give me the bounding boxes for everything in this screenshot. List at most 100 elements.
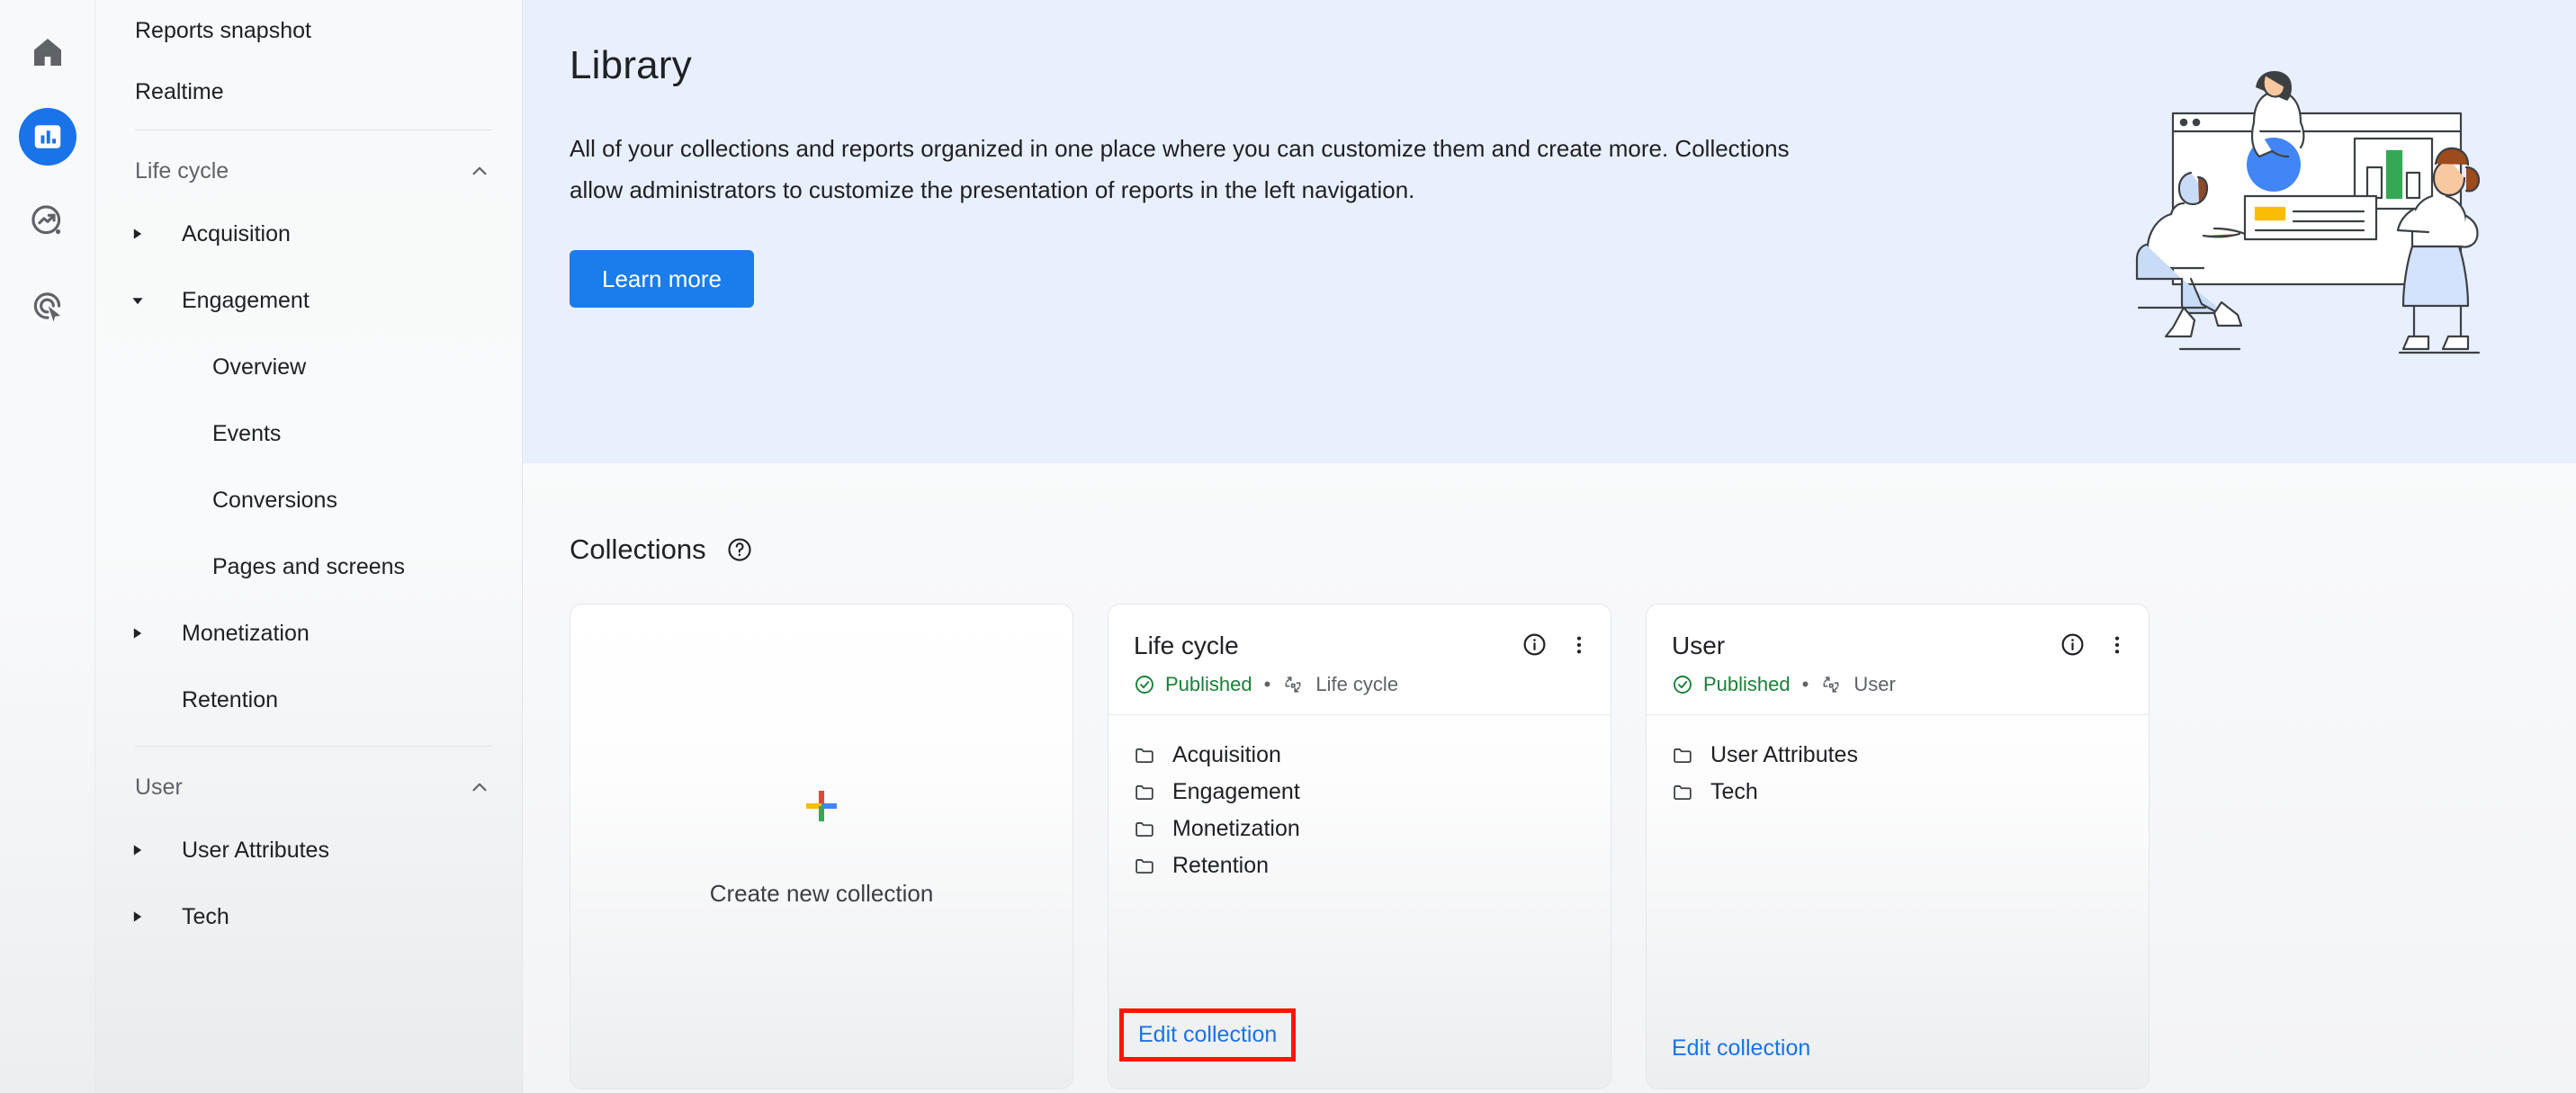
help-circle-icon[interactable] bbox=[726, 536, 753, 563]
card-actions bbox=[1521, 632, 1591, 658]
rail-item-reports[interactable] bbox=[18, 108, 76, 166]
sidebar-item-label: Retention bbox=[182, 686, 279, 712]
create-new-collection-card[interactable]: Create new collection bbox=[570, 604, 1073, 1089]
card-folder-list: User Attributes Tech bbox=[1647, 715, 2149, 1035]
sidebar-item-retention[interactable]: Retention bbox=[128, 667, 491, 733]
card-header: Life cycle Published • Life cycle bbox=[1108, 605, 1611, 715]
sidebar-section-label: User bbox=[135, 774, 183, 800]
sidebar-item-overview[interactable]: Overview bbox=[128, 334, 491, 400]
triangle-right-icon[interactable] bbox=[128, 627, 158, 640]
sidebar-section-life-cycle[interactable]: Life cycle bbox=[128, 141, 491, 201]
sidebar-item-label: Overview bbox=[212, 354, 307, 380]
sidebar-item-label: Pages and screens bbox=[212, 553, 406, 579]
triangle-down-icon[interactable] bbox=[128, 294, 158, 307]
card-footer: Edit collection bbox=[1108, 1008, 1611, 1089]
google-plus-icon bbox=[802, 786, 841, 826]
folder-icon bbox=[1672, 781, 1694, 803]
collections-heading: Collections bbox=[570, 533, 706, 565]
edit-collection-link[interactable]: Edit collection bbox=[1672, 1035, 1810, 1062]
card-folder-list: Acquisition Engagement Monetization Rete… bbox=[1108, 715, 1611, 1008]
rail-item-explore[interactable] bbox=[19, 193, 76, 250]
list-item[interactable]: Acquisition bbox=[1134, 737, 1585, 774]
collection-card-user: User Published • User User Attributes Te… bbox=[1646, 604, 2150, 1089]
template-icon bbox=[1282, 674, 1304, 695]
list-item[interactable]: Monetization bbox=[1134, 811, 1585, 847]
collections-card-grid: Create new collection Life cycle Publish… bbox=[523, 566, 2576, 1089]
home-icon bbox=[30, 34, 66, 70]
sidebar-item-conversions[interactable]: Conversions bbox=[128, 467, 491, 533]
main-content: Library All of your collections and repo… bbox=[523, 0, 2576, 1093]
folder-label: Engagement bbox=[1172, 779, 1300, 804]
folder-label: User Attributes bbox=[1710, 742, 1858, 767]
hero-illustration bbox=[2097, 36, 2511, 396]
rail-item-advertising[interactable] bbox=[19, 277, 76, 335]
analytics-library-page: Reports snapshot Realtime Life cycle Acq… bbox=[0, 0, 2576, 1093]
folder-label: Acquisition bbox=[1172, 742, 1281, 767]
sidebar-item-user-attributes[interactable]: User Attributes bbox=[128, 817, 491, 883]
sidebar-item-label: Tech bbox=[182, 903, 229, 929]
sidebar-item-label: Conversions bbox=[212, 487, 337, 513]
triangle-right-icon[interactable] bbox=[128, 228, 158, 240]
sidebar-item-pages-and-screens[interactable]: Pages and screens bbox=[128, 533, 491, 600]
card-footer: Edit collection bbox=[1647, 1035, 2149, 1089]
folder-label: Retention bbox=[1172, 853, 1270, 878]
card-title: User bbox=[1672, 632, 1726, 659]
check-circle-icon bbox=[1672, 674, 1693, 695]
info-circle-icon[interactable] bbox=[1521, 632, 1548, 658]
reports-icon bbox=[31, 121, 64, 153]
sidebar-item-tech[interactable]: Tech bbox=[128, 883, 491, 950]
sidebar-item-monetization[interactable]: Monetization bbox=[128, 600, 491, 667]
sidebar-item-label: Events bbox=[212, 420, 282, 446]
folder-label: Monetization bbox=[1172, 816, 1300, 841]
sidebar-item-label: Acquisition bbox=[182, 220, 291, 246]
list-item[interactable]: User Attributes bbox=[1672, 737, 2123, 774]
sidebar-divider bbox=[135, 746, 491, 747]
card-title: Life cycle bbox=[1134, 632, 1239, 659]
card-meta: Published • User bbox=[1672, 673, 2125, 696]
sidebar-item-label: Monetization bbox=[182, 620, 310, 646]
info-circle-icon[interactable] bbox=[2060, 632, 2086, 658]
chevron-up-icon[interactable] bbox=[468, 775, 491, 799]
folder-label: Tech bbox=[1710, 779, 1758, 804]
template-label: Life cycle bbox=[1315, 673, 1399, 695]
chevron-up-icon[interactable] bbox=[468, 159, 491, 183]
advertising-icon bbox=[29, 287, 67, 325]
sidebar-item-realtime[interactable]: Realtime bbox=[128, 61, 491, 122]
folder-icon bbox=[1134, 855, 1156, 877]
sidebar-nav: Reports snapshot Realtime Life cycle Acq… bbox=[95, 0, 523, 1093]
check-circle-icon bbox=[1134, 674, 1155, 695]
sidebar-item-label: Engagement bbox=[182, 287, 310, 313]
collection-card-life-cycle: Life cycle Published • Life cycle Acquis… bbox=[1108, 604, 1611, 1089]
sidebar-item-reports-snapshot[interactable]: Reports snapshot bbox=[128, 0, 491, 61]
template-icon bbox=[1820, 674, 1842, 695]
list-item[interactable]: Retention bbox=[1134, 847, 1585, 884]
create-new-collection-label: Create new collection bbox=[709, 879, 934, 907]
library-hero-banner: Library All of your collections and repo… bbox=[523, 0, 2576, 463]
sidebar-item-label: Reports snapshot bbox=[135, 17, 311, 43]
edit-collection-link[interactable]: Edit collection bbox=[1138, 1022, 1277, 1048]
sidebar-item-label: User Attributes bbox=[182, 837, 329, 863]
status-badge: Published bbox=[1672, 673, 1791, 696]
template-label: User bbox=[1853, 673, 1896, 695]
more-vert-icon[interactable] bbox=[2105, 633, 2129, 657]
status-label: Published bbox=[1165, 673, 1252, 695]
sidebar-item-acquisition[interactable]: Acquisition bbox=[128, 201, 491, 267]
hero-description: All of your collections and reports orga… bbox=[570, 135, 1790, 203]
meta-separator: • bbox=[1801, 673, 1809, 695]
sidebar-item-events[interactable]: Events bbox=[128, 400, 491, 467]
list-item[interactable]: Tech bbox=[1672, 774, 2123, 811]
edit-collection-highlight: Edit collection bbox=[1119, 1008, 1297, 1062]
learn-more-button[interactable]: Learn more bbox=[570, 250, 754, 308]
sidebar-item-engagement[interactable]: Engagement bbox=[128, 267, 491, 334]
rail-item-home[interactable] bbox=[19, 23, 76, 81]
triangle-right-icon[interactable] bbox=[128, 910, 158, 923]
list-item[interactable]: Engagement bbox=[1134, 774, 1585, 811]
folder-icon bbox=[1672, 744, 1694, 766]
status-label: Published bbox=[1703, 673, 1791, 695]
more-vert-icon[interactable] bbox=[1567, 633, 1591, 657]
icon-rail bbox=[0, 0, 95, 1093]
triangle-right-icon[interactable] bbox=[128, 844, 158, 856]
folder-icon bbox=[1134, 744, 1156, 766]
sidebar-section-user[interactable]: User bbox=[128, 757, 491, 817]
folder-icon bbox=[1134, 818, 1156, 840]
